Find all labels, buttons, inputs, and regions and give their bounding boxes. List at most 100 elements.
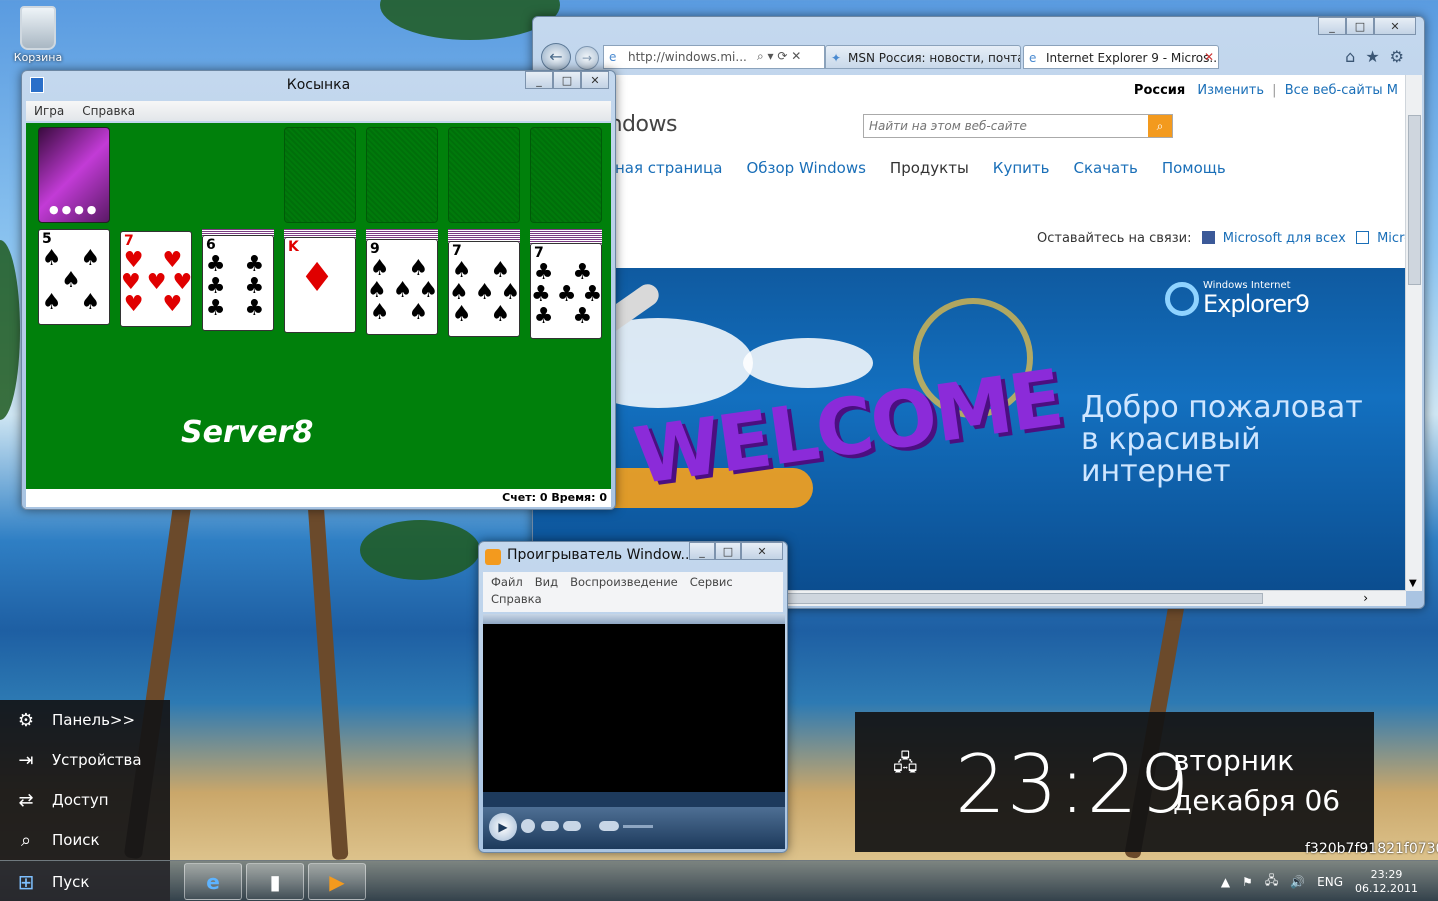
panel-item-search[interactable]: ⌕ Поиск	[0, 820, 170, 860]
palm-leaves	[360, 520, 480, 580]
video-area[interactable]	[483, 624, 785, 792]
media-player-window[interactable]: Проигрыватель Window... _ □ ✕ Файл Вид В…	[478, 541, 788, 853]
volume-slider[interactable]	[623, 825, 653, 828]
menu-game[interactable]: Игра	[34, 104, 64, 118]
all-sites-link[interactable]: Все веб-сайты М	[1285, 83, 1398, 98]
social-link-1[interactable]: Microsoft для всех	[1223, 231, 1346, 246]
close-button[interactable]: ✕	[741, 542, 783, 560]
tableau-card[interactable]: 6 ♣ ♣ ♣ ♣ ♣ ♣	[202, 235, 274, 331]
play-button[interactable]: ▶	[489, 813, 517, 841]
system-tray: ▲ ⚑ 🖧 🔊 ENG 23:29 06.12.2011	[1221, 861, 1438, 901]
menu-play[interactable]: Воспроизведение	[570, 575, 678, 589]
search-refresh-icons[interactable]: ⌕ ▾ ⟳ ✕	[757, 49, 801, 64]
panel-item-devices[interactable]: ⇥ Устройства	[0, 740, 170, 780]
recycle-bin-icon[interactable]: Корзина	[8, 6, 68, 64]
site-search[interactable]: ⌕	[863, 114, 1173, 138]
start-button[interactable]: ⊞ Пуск	[0, 861, 170, 901]
region-label: Россия	[1133, 83, 1186, 98]
menu-help[interactable]: Справка	[82, 104, 135, 118]
solitaire-window[interactable]: Косынка _ □ ✕ Игра Справка ●●●● 5 ♠ ♠ ♠ ♠ …	[21, 70, 616, 510]
panel-item-share[interactable]: ⇄ Доступ	[0, 780, 170, 820]
previous-button[interactable]	[541, 821, 559, 831]
tableau-card[interactable]: 7 ♥ ♥ ♥♥♥ ♥ ♥	[120, 231, 192, 327]
nav-buy[interactable]: Купить	[993, 159, 1050, 177]
windows-logo-icon: ⊞	[17, 869, 35, 894]
nav-home[interactable]: ная страница	[615, 159, 722, 177]
msn-icon: ✦	[831, 51, 842, 65]
foundation-slot[interactable]	[284, 127, 356, 223]
flag-icon[interactable]: ⚑	[1242, 875, 1253, 889]
next-button[interactable]	[563, 821, 581, 831]
vertical-scrollbar[interactable]: ▼	[1405, 75, 1422, 591]
spade-icon: ♠ ♠ ♠ ♠ ♠	[41, 246, 107, 315]
menu-view[interactable]: Вид	[535, 575, 558, 589]
tableau-card[interactable]: K ♦	[284, 237, 356, 333]
window-controls: _ □ ✕	[525, 71, 609, 89]
search-icon: ⌕	[20, 829, 32, 851]
nav-download[interactable]: Скачать	[1073, 159, 1137, 177]
region-bar: Россия Изменить | Все веб-сайты М	[1133, 83, 1398, 98]
minimize-button[interactable]: _	[689, 542, 715, 560]
close-button[interactable]: ✕	[581, 71, 609, 89]
maximize-button[interactable]: □	[1346, 17, 1374, 35]
close-tab-icon[interactable]: ✕	[1204, 50, 1214, 64]
tab-ie9[interactable]: e Internet Explorer 9 - Micros... ✕	[1023, 45, 1219, 69]
forward-button[interactable]: →	[575, 46, 599, 70]
change-link[interactable]: Изменить	[1197, 83, 1264, 98]
taskbar-explorer-button[interactable]: ▮	[246, 863, 304, 900]
stop-button[interactable]	[521, 819, 535, 833]
foundation-slot[interactable]	[530, 127, 602, 223]
tableau-card[interactable]: 5 ♠ ♠ ♠ ♠ ♠	[38, 229, 110, 325]
close-button[interactable]: ✕	[1374, 17, 1416, 35]
minimize-button[interactable]: _	[1318, 17, 1346, 35]
maximize-button[interactable]: □	[715, 542, 741, 560]
home-icon[interactable]: ⌂	[1345, 47, 1355, 66]
tray-arrow-icon[interactable]: ▲	[1221, 875, 1230, 889]
tableau-card[interactable]: 9 ♠ ♠ ♠♠♠ ♠ ♠	[366, 239, 438, 335]
social-bar: Оставайтесь на связи: Microsoft для всех…	[1037, 231, 1406, 246]
language-indicator[interactable]: ENG	[1317, 875, 1343, 889]
maximize-button[interactable]: □	[553, 71, 581, 89]
ie-tools: ⌂ ★ ⚙	[1345, 47, 1404, 66]
favorites-icon[interactable]: ★	[1365, 47, 1379, 66]
tray-clock[interactable]: 23:29 06.12.2011	[1355, 868, 1418, 896]
site-search-input[interactable]	[864, 115, 1144, 137]
taskbar-ie-button[interactable]: e	[184, 863, 242, 900]
tableau-card[interactable]: 7 ♣ ♣ ♣♣♣ ♣ ♣	[530, 243, 602, 339]
menu-help[interactable]: Справка	[491, 592, 542, 606]
scroll-right-icon[interactable]: ›	[1363, 591, 1368, 605]
scroll-thumb[interactable]	[1408, 115, 1421, 285]
foundation-slot[interactable]	[366, 127, 438, 223]
gear-icon[interactable]: ⚙	[1390, 47, 1404, 66]
big-clock-day: вторник	[1173, 744, 1295, 777]
web-page: Россия Изменить | Все веб-сайты М indows…	[533, 75, 1406, 591]
scroll-down-icon[interactable]: ▼	[1409, 578, 1417, 589]
menu-file[interactable]: Файл	[491, 575, 523, 589]
solitaire-menu: Игра Справка	[26, 101, 611, 121]
back-button[interactable]: ←	[541, 43, 571, 71]
volume-icon[interactable]: 🔊	[1290, 875, 1305, 889]
ie-logo-icon	[1165, 282, 1199, 316]
ie-window[interactable]: _ □ ✕ ← → e http://windows.mi... ⌕ ▾ ⟳ ✕…	[532, 16, 1425, 609]
social-link-2[interactable]: Microsoft для	[1377, 231, 1406, 246]
mute-button[interactable]	[599, 821, 619, 831]
spade-icon: ♠ ♠ ♠♠♠ ♠ ♠	[449, 258, 520, 327]
menu-tools[interactable]: Сервис	[690, 575, 733, 589]
minimize-button[interactable]: _	[525, 71, 553, 89]
social-label: Оставайтесь на связи:	[1037, 231, 1192, 246]
nav-overview[interactable]: Обзор Windows	[746, 159, 865, 177]
window-controls: _ □ ✕	[689, 542, 783, 560]
panel-item-settings[interactable]: ⚙ Панель>>	[0, 700, 170, 740]
taskbar-media-button[interactable]: ▶	[308, 863, 366, 900]
stock-pile[interactable]: ●●●●	[38, 127, 110, 223]
nav-help[interactable]: Помощь	[1162, 159, 1226, 177]
seek-bar[interactable]	[483, 792, 785, 807]
search-icon[interactable]: ⌕	[1148, 115, 1172, 137]
tab-msn[interactable]: ✦ MSN Россия: новости, почта ...	[825, 45, 1021, 69]
card-table[interactable]: ●●●● 5 ♠ ♠ ♠ ♠ ♠ 7 ♥ ♥ ♥♥♥ ♥ ♥ 6 ♣ ♣ ♣ ♣ ♣ ♣ K…	[26, 123, 611, 489]
nav-products[interactable]: Продукты	[890, 159, 969, 177]
network-tray-icon[interactable]: 🖧	[1265, 871, 1278, 892]
banner-tagline: Добро пожаловат в красивый интернет	[1081, 390, 1363, 489]
foundation-slot[interactable]	[448, 127, 520, 223]
tableau-card[interactable]: 7 ♠ ♠ ♠♠♠ ♠ ♠	[448, 241, 520, 337]
